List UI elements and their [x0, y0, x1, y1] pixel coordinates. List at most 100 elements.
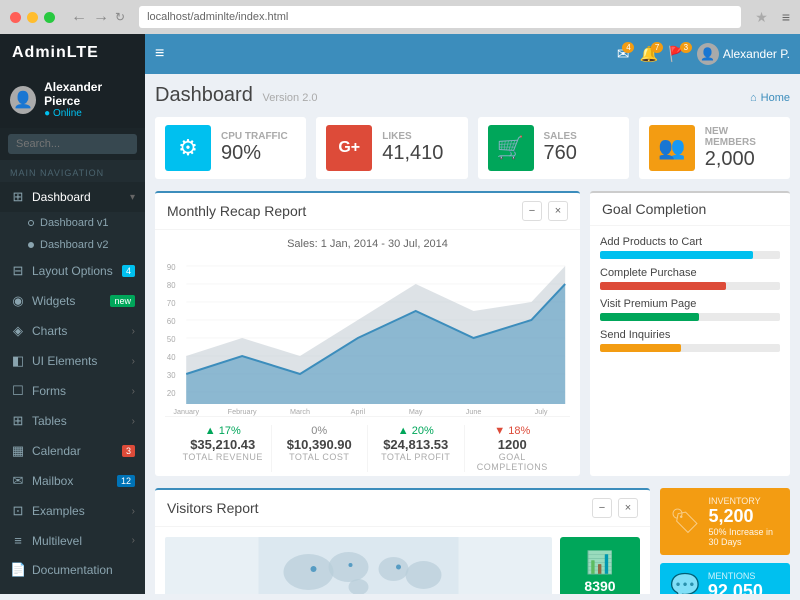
svg-text:January: January [173, 407, 199, 416]
stat-box-members: 👥 NEW MEMBERS 2,000 [639, 117, 790, 179]
browser-dot-red[interactable] [10, 12, 21, 23]
stat-box-sales: 🛒 SALES 760 [478, 117, 629, 179]
sidebar-item-layout[interactable]: ⊟ Layout Options 4 [0, 256, 145, 286]
browser-dot-yellow[interactable] [27, 12, 38, 23]
card-body: Sales: 1 Jan, 2014 - 30 Jul, 2014 90 80 … [155, 230, 580, 476]
sidebar-item-mailbox[interactable]: ✉ Mailbox 12 [0, 466, 145, 496]
sidebar-toggle[interactable]: ≡ [155, 45, 164, 63]
card-header: Visitors Report − × [155, 490, 650, 527]
minimize-button[interactable]: − [522, 201, 542, 221]
email-icon[interactable]: ✉ 4 [617, 45, 630, 63]
sidebar-item-charts[interactable]: ◈ Charts › [0, 316, 145, 346]
main-area: ≡ ✉ 4 🔔 7 🚩 3 👤 Alexander P. [145, 34, 800, 594]
goal-bar-bg [600, 282, 780, 290]
page-version: Version 2.0 [262, 92, 317, 104]
email-badge: 4 [622, 42, 634, 53]
mini-card-info: MENTIONS 92,050 [708, 571, 763, 594]
card-tools: − × [522, 201, 568, 221]
svg-text:April: April [351, 407, 366, 416]
sidebar-item-label: Tables [32, 414, 132, 428]
goal-bar [600, 313, 699, 321]
sidebar-item-forms[interactable]: ☐ Forms › [0, 376, 145, 406]
stat-info: NEW MEMBERS 2,000 [705, 126, 780, 171]
sidebar-item-ui-elements[interactable]: ◧ UI Elements › [0, 346, 145, 376]
card-body: Add Products to Cart Complete Purchase [590, 226, 790, 370]
calendar-icon: ▦ [10, 443, 26, 459]
topbar-user[interactable]: 👤 Alexander P. [697, 43, 790, 65]
search-input[interactable] [8, 134, 137, 154]
browser-menu-icon[interactable]: ≡ [782, 9, 790, 25]
svg-text:20: 20 [167, 389, 176, 398]
monthly-report-card: Monthly Recap Report − × Sales: 1 Jan, 2… [155, 191, 580, 476]
inventory-label: INVENTORY [708, 496, 780, 506]
stat-info: SALES 760 [544, 131, 619, 165]
browser-refresh[interactable]: ↻ [115, 10, 125, 24]
user-info: Alexander Pierce ● Online [44, 80, 135, 119]
address-bar[interactable]: localhost/adminlte/index.html [139, 6, 741, 28]
browser-forward[interactable]: → [93, 8, 109, 26]
card-header: Monthly Recap Report − × [155, 193, 580, 230]
goal-bar [600, 282, 726, 290]
revenue-amount: $35,210.43 [179, 437, 267, 452]
sidebar-subitem-dashboard-v1[interactable]: Dashboard v1 [0, 212, 145, 234]
minimize-button[interactable]: − [592, 498, 612, 518]
flags-icon[interactable]: 🚩 3 [668, 45, 687, 63]
sidebar-brand: AdminLTE [0, 34, 145, 72]
goal-bar-bg [600, 251, 780, 259]
stat-info: CPU TRAFFIC 90% [221, 131, 296, 165]
notification-icon[interactable]: 🔔 7 [639, 45, 658, 63]
stat-value: 41,410 [382, 142, 457, 165]
chart-icon: 📊 [586, 550, 613, 576]
goal-item-inquiries: Send Inquiries [600, 329, 780, 352]
sidebar-search [0, 128, 145, 160]
close-button[interactable]: × [548, 201, 568, 221]
svg-text:40: 40 [167, 353, 176, 362]
sales-icon: 🛒 [488, 125, 534, 171]
browser-titlebar: ← → ↻ localhost/adminlte/index.html ★ ≡ [0, 0, 800, 34]
layout-badge: 4 [122, 265, 135, 277]
chevron-icon: › [132, 416, 135, 427]
card-header: Goal Completion [590, 193, 790, 226]
stat-label: LIKES [382, 131, 457, 142]
bookmark-icon[interactable]: ★ [755, 9, 768, 26]
browser-dot-green[interactable] [44, 12, 55, 23]
map-svg [165, 537, 552, 594]
sidebar-item-examples[interactable]: ⊡ Examples › [0, 496, 145, 526]
svg-text:July: July [535, 407, 548, 416]
visits-value: 8390 [584, 578, 615, 594]
card-title: Monthly Recap Report [167, 203, 306, 219]
likes-icon: G+ [326, 125, 372, 171]
chevron-icon: › [132, 535, 135, 546]
charts-row: Monthly Recap Report − × Sales: 1 Jan, 2… [155, 191, 790, 476]
browser-back[interactable]: ← [71, 8, 87, 26]
close-button[interactable]: × [618, 498, 638, 518]
layout-icon: ⊟ [10, 263, 26, 279]
subitem-label: Dashboard v2 [40, 239, 109, 251]
stat-info: LIKES 41,410 [382, 131, 457, 165]
mailbox-icon: ✉ [10, 473, 26, 489]
svg-text:70: 70 [167, 299, 176, 308]
sidebar-subitem-dashboard-v2[interactable]: Dashboard v2 [0, 234, 145, 256]
svg-text:May: May [409, 407, 423, 416]
goal-bar-bg [600, 313, 780, 321]
sidebar-item-documentation[interactable]: 📄 Documentation [0, 555, 145, 585]
sidebar-item-multilevel[interactable]: ≡ Multilevel › [0, 526, 145, 555]
goal-bar-bg [600, 344, 780, 352]
widgets-badge: new [110, 295, 135, 307]
right-column: 🏷 INVENTORY 5,200 50% Increase in 30 Day… [660, 488, 790, 594]
sidebar-item-label: Widgets [32, 294, 110, 308]
sidebar-item-widgets[interactable]: ◉ Widgets new [0, 286, 145, 316]
stat-label: SALES [544, 131, 619, 142]
goals-amount: 1200 [469, 437, 557, 452]
home-icon: ⌂ [750, 92, 757, 104]
goal-bar [600, 344, 681, 352]
sidebar-item-label: Charts [32, 324, 132, 338]
sidebar-item-dashboard[interactable]: ⊞ Dashboard ▾ [0, 182, 145, 212]
sidebar-item-tables[interactable]: ⊞ Tables › [0, 406, 145, 436]
card-tools: − × [592, 498, 638, 518]
breadcrumb-home[interactable]: Home [761, 92, 790, 104]
flags-badge: 3 [680, 42, 692, 53]
sidebar-item-calendar[interactable]: ▦ Calendar 3 [0, 436, 145, 466]
members-icon: 👥 [649, 125, 695, 171]
svg-text:June: June [466, 407, 482, 416]
